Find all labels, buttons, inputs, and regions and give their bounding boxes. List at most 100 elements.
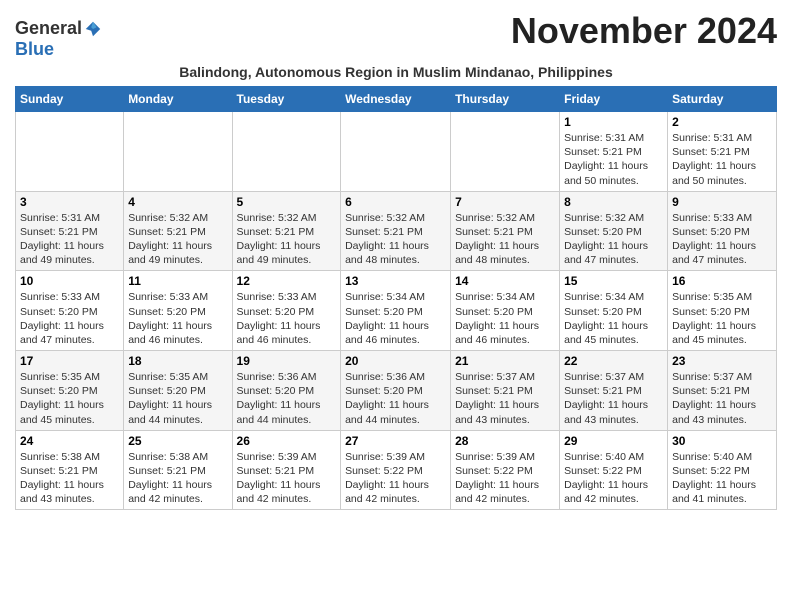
day-info: Sunrise: 5:34 AM Sunset: 5:20 PM Dayligh… bbox=[455, 290, 555, 347]
day-number: 5 bbox=[237, 195, 337, 209]
calendar-week-1: 1 Sunrise: 5:31 AM Sunset: 5:21 PM Daylig… bbox=[16, 112, 777, 192]
day-info: Sunrise: 5:32 AM Sunset: 5:21 PM Dayligh… bbox=[237, 211, 337, 268]
day-info: Sunrise: 5:35 AM Sunset: 5:20 PM Dayligh… bbox=[20, 370, 119, 427]
calendar-cell: 14 Sunrise: 5:34 AM Sunset: 5:20 PM Dayli… bbox=[451, 271, 560, 351]
calendar-cell bbox=[16, 112, 124, 192]
day-info: Sunrise: 5:34 AM Sunset: 5:20 PM Dayligh… bbox=[564, 290, 663, 347]
day-number: 11 bbox=[128, 274, 227, 288]
calendar-cell: 12 Sunrise: 5:33 AM Sunset: 5:20 PM Dayli… bbox=[232, 271, 341, 351]
calendar-cell: 4Sunrise: 5:32 AM Sunset: 5:21 PM Daylig… bbox=[124, 191, 232, 271]
logo-icon bbox=[84, 20, 102, 38]
calendar-cell bbox=[451, 112, 560, 192]
calendar-cell: 28 Sunrise: 5:39 AM Sunset: 5:22 PM Dayli… bbox=[451, 430, 560, 510]
day-info: Sunrise: 5:39 AM Sunset: 5:21 PM Dayligh… bbox=[237, 450, 337, 507]
day-number: 7 bbox=[455, 195, 555, 209]
calendar-week-5: 24 Sunrise: 5:38 AM Sunset: 5:21 PM Dayli… bbox=[16, 430, 777, 510]
calendar-header-row: SundayMondayTuesdayWednesdayThursdayFrid… bbox=[16, 87, 777, 112]
calendar-cell: 22Sunrise: 5:37 AM Sunset: 5:21 PM Dayli… bbox=[560, 351, 668, 431]
calendar-cell: 26 Sunrise: 5:39 AM Sunset: 5:21 PM Dayli… bbox=[232, 430, 341, 510]
logo-blue-text: Blue bbox=[15, 39, 54, 59]
calendar-cell: 3 Sunrise: 5:31 AM Sunset: 5:21 PM Daylig… bbox=[16, 191, 124, 271]
calendar-cell: 29 Sunrise: 5:40 AM Sunset: 5:22 PM Dayli… bbox=[560, 430, 668, 510]
day-number: 16 bbox=[672, 274, 772, 288]
logo: General Blue bbox=[15, 18, 102, 60]
day-info: Sunrise: 5:39 AM Sunset: 5:22 PM Dayligh… bbox=[345, 450, 446, 507]
day-number: 20 bbox=[345, 354, 446, 368]
calendar-cell: 2Sunrise: 5:31 AM Sunset: 5:21 PM Daylig… bbox=[668, 112, 777, 192]
day-info: Sunrise: 5:37 AM Sunset: 5:21 PM Dayligh… bbox=[672, 370, 772, 427]
day-number: 12 bbox=[237, 274, 337, 288]
day-number: 9 bbox=[672, 195, 772, 209]
day-info: Sunrise: 5:33 AM Sunset: 5:20 PM Dayligh… bbox=[237, 290, 337, 347]
day-info: Sunrise: 5:33 AM Sunset: 5:20 PM Dayligh… bbox=[20, 290, 119, 347]
calendar-cell: 1 Sunrise: 5:31 AM Sunset: 5:21 PM Daylig… bbox=[560, 112, 668, 192]
day-info: Sunrise: 5:38 AM Sunset: 5:21 PM Dayligh… bbox=[20, 450, 119, 507]
day-number: 27 bbox=[345, 434, 446, 448]
day-number: 14 bbox=[455, 274, 555, 288]
day-info: Sunrise: 5:32 AM Sunset: 5:20 PM Dayligh… bbox=[564, 211, 663, 268]
day-number: 24 bbox=[20, 434, 119, 448]
day-info: Sunrise: 5:35 AM Sunset: 5:20 PM Dayligh… bbox=[672, 290, 772, 347]
calendar-header-saturday: Saturday bbox=[668, 87, 777, 112]
calendar-cell: 15 Sunrise: 5:34 AM Sunset: 5:20 PM Dayli… bbox=[560, 271, 668, 351]
day-info: Sunrise: 5:34 AM Sunset: 5:20 PM Dayligh… bbox=[345, 290, 446, 347]
day-info: Sunrise: 5:40 AM Sunset: 5:22 PM Dayligh… bbox=[672, 450, 772, 507]
day-number: 25 bbox=[128, 434, 227, 448]
day-number: 29 bbox=[564, 434, 663, 448]
day-info: Sunrise: 5:37 AM Sunset: 5:21 PM Dayligh… bbox=[455, 370, 555, 427]
day-number: 15 bbox=[564, 274, 663, 288]
calendar-cell: 9 Sunrise: 5:33 AM Sunset: 5:20 PM Daylig… bbox=[668, 191, 777, 271]
calendar-header-monday: Monday bbox=[124, 87, 232, 112]
calendar-cell: 18 Sunrise: 5:35 AM Sunset: 5:20 PM Dayli… bbox=[124, 351, 232, 431]
day-info: Sunrise: 5:32 AM Sunset: 5:21 PM Dayligh… bbox=[128, 211, 227, 268]
day-number: 8 bbox=[564, 195, 663, 209]
calendar-week-3: 10 Sunrise: 5:33 AM Sunset: 5:20 PM Dayli… bbox=[16, 271, 777, 351]
calendar-cell: 13 Sunrise: 5:34 AM Sunset: 5:20 PM Dayli… bbox=[341, 271, 451, 351]
calendar-header-sunday: Sunday bbox=[16, 87, 124, 112]
calendar-week-4: 17 Sunrise: 5:35 AM Sunset: 5:20 PM Dayli… bbox=[16, 351, 777, 431]
day-info: Sunrise: 5:35 AM Sunset: 5:20 PM Dayligh… bbox=[128, 370, 227, 427]
calendar-cell: 30Sunrise: 5:40 AM Sunset: 5:22 PM Dayli… bbox=[668, 430, 777, 510]
day-number: 18 bbox=[128, 354, 227, 368]
calendar-cell: 6Sunrise: 5:32 AM Sunset: 5:21 PM Daylig… bbox=[341, 191, 451, 271]
day-info: Sunrise: 5:31 AM Sunset: 5:21 PM Dayligh… bbox=[20, 211, 119, 268]
title-section: November 2024 bbox=[511, 10, 777, 52]
day-info: Sunrise: 5:39 AM Sunset: 5:22 PM Dayligh… bbox=[455, 450, 555, 507]
calendar-cell bbox=[232, 112, 341, 192]
day-number: 3 bbox=[20, 195, 119, 209]
calendar-cell: 11Sunrise: 5:33 AM Sunset: 5:20 PM Dayli… bbox=[124, 271, 232, 351]
calendar-cell: 8 Sunrise: 5:32 AM Sunset: 5:20 PM Daylig… bbox=[560, 191, 668, 271]
day-number: 23 bbox=[672, 354, 772, 368]
day-info: Sunrise: 5:36 AM Sunset: 5:20 PM Dayligh… bbox=[345, 370, 446, 427]
subtitle: Balindong, Autonomous Region in Muslim M… bbox=[15, 64, 777, 80]
day-number: 6 bbox=[345, 195, 446, 209]
calendar-cell bbox=[124, 112, 232, 192]
calendar-cell: 24 Sunrise: 5:38 AM Sunset: 5:21 PM Dayli… bbox=[16, 430, 124, 510]
day-info: Sunrise: 5:31 AM Sunset: 5:21 PM Dayligh… bbox=[672, 131, 772, 188]
day-number: 28 bbox=[455, 434, 555, 448]
month-title: November 2024 bbox=[511, 10, 777, 52]
calendar-cell: 20 Sunrise: 5:36 AM Sunset: 5:20 PM Dayli… bbox=[341, 351, 451, 431]
day-number: 17 bbox=[20, 354, 119, 368]
calendar-cell: 17 Sunrise: 5:35 AM Sunset: 5:20 PM Dayli… bbox=[16, 351, 124, 431]
calendar-table: SundayMondayTuesdayWednesdayThursdayFrid… bbox=[15, 86, 777, 510]
day-number: 19 bbox=[237, 354, 337, 368]
day-info: Sunrise: 5:33 AM Sunset: 5:20 PM Dayligh… bbox=[672, 211, 772, 268]
calendar-cell: 25 Sunrise: 5:38 AM Sunset: 5:21 PM Dayli… bbox=[124, 430, 232, 510]
day-info: Sunrise: 5:37 AM Sunset: 5:21 PM Dayligh… bbox=[564, 370, 663, 427]
day-number: 13 bbox=[345, 274, 446, 288]
logo-general-text: General bbox=[15, 18, 82, 39]
calendar-cell: 23 Sunrise: 5:37 AM Sunset: 5:21 PM Dayli… bbox=[668, 351, 777, 431]
calendar-header-friday: Friday bbox=[560, 87, 668, 112]
day-info: Sunrise: 5:40 AM Sunset: 5:22 PM Dayligh… bbox=[564, 450, 663, 507]
day-info: Sunrise: 5:31 AM Sunset: 5:21 PM Dayligh… bbox=[564, 131, 663, 188]
page-header: General Blue November 2024 bbox=[15, 10, 777, 60]
calendar-cell: 19 Sunrise: 5:36 AM Sunset: 5:20 PM Dayli… bbox=[232, 351, 341, 431]
day-number: 26 bbox=[237, 434, 337, 448]
day-number: 1 bbox=[564, 115, 663, 129]
day-number: 10 bbox=[20, 274, 119, 288]
calendar-cell: 7Sunrise: 5:32 AM Sunset: 5:21 PM Daylig… bbox=[451, 191, 560, 271]
calendar-cell: 10 Sunrise: 5:33 AM Sunset: 5:20 PM Dayli… bbox=[16, 271, 124, 351]
day-info: Sunrise: 5:36 AM Sunset: 5:20 PM Dayligh… bbox=[237, 370, 337, 427]
day-info: Sunrise: 5:38 AM Sunset: 5:21 PM Dayligh… bbox=[128, 450, 227, 507]
